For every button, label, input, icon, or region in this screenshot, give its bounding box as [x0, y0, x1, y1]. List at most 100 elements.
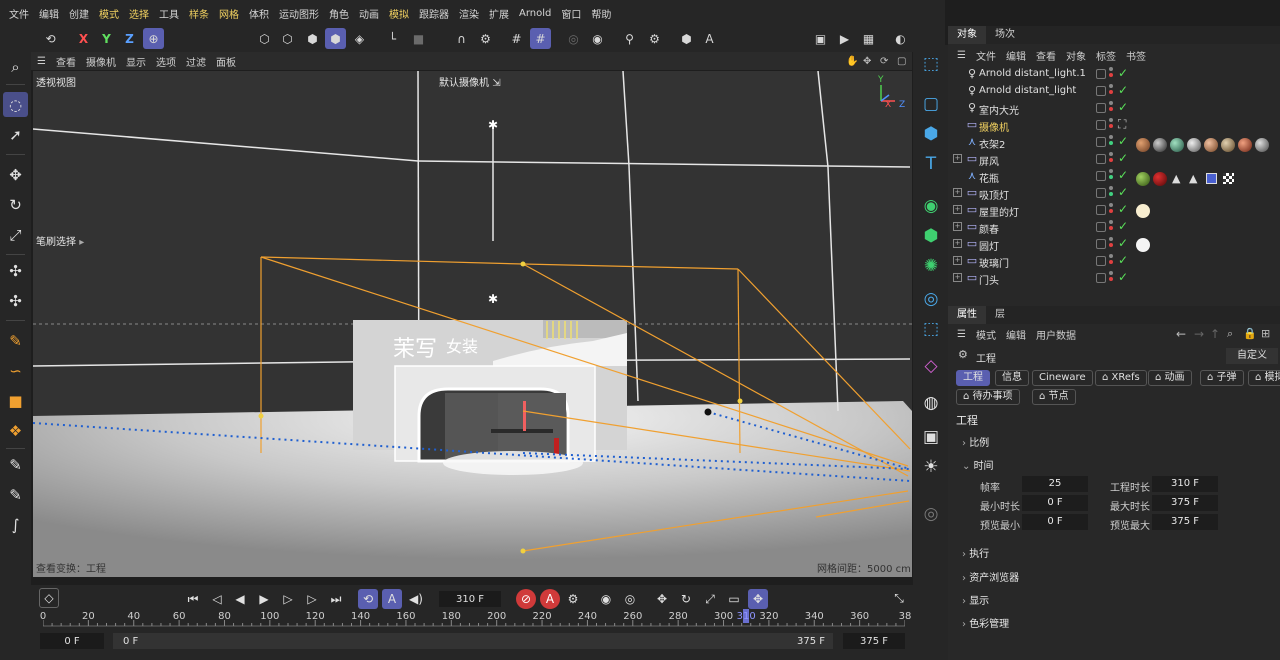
menu-item[interactable]: 扩展 [484, 6, 514, 21]
grid-snap-icon[interactable]: # [506, 28, 527, 49]
min-time-field[interactable]: 0 F [1022, 495, 1088, 511]
expand-toggle-icon[interactable]: + [953, 205, 962, 214]
animation-range-icon[interactable]: A [382, 589, 402, 609]
visibility-dots-icon[interactable] [1109, 84, 1114, 99]
cube-add-icon[interactable]: ⬢ [918, 121, 944, 147]
cube-icon[interactable]: ⬢ [676, 28, 697, 49]
z-axis-button[interactable]: Z [119, 28, 140, 49]
menu-item[interactable]: 选择 [124, 6, 154, 21]
expand-toggle-icon[interactable]: + [953, 154, 962, 163]
go-to-start-icon[interactable]: ⏮ [183, 589, 203, 609]
layer-toggle-icon[interactable] [1096, 188, 1106, 198]
material-tag[interactable] [1204, 138, 1218, 152]
polygons-mode-icon[interactable]: ⬢ [302, 28, 323, 49]
preview-range-bar[interactable]: 0 F 375 F [113, 633, 833, 649]
object-row[interactable]: + ▭ 门头 ✓ [948, 270, 1280, 287]
menu-item[interactable]: 文件 [4, 6, 34, 21]
render-settings-icon[interactable]: ◉ [587, 28, 608, 49]
attr-menu-icon[interactable]: ☰ [952, 329, 971, 340]
disabled-tool-icon[interactable]: ◎ [918, 501, 944, 527]
y-axis-button[interactable]: Y [96, 28, 117, 49]
object-row[interactable]: ♀ 室内大光 ✓ [948, 100, 1280, 117]
layer-toggle-icon[interactable] [1096, 222, 1106, 232]
enabled-check-icon[interactable]: ✓ [1118, 202, 1128, 216]
keyframe-icon[interactable]: ◇ [39, 588, 59, 608]
search-icon[interactable]: ⌕ [3, 54, 28, 79]
spline-primitive-icon[interactable]: ▢ [918, 91, 944, 117]
subtab-1[interactable]: 信息 [995, 370, 1029, 386]
light-icon[interactable]: ☀ [918, 454, 944, 480]
visibility-dots-icon[interactable] [1109, 220, 1114, 235]
model-mode-icon[interactable]: ⬢ [325, 28, 346, 49]
expand-toggle-icon[interactable]: + [953, 239, 962, 248]
settings-gear-icon[interactable]: ⚙ [475, 28, 496, 49]
axis-mode-icon[interactable]: └ [382, 28, 403, 49]
spline-icon[interactable]: ∽ [3, 358, 28, 383]
subtab-3[interactable]: ⌂ XRefs [1095, 370, 1147, 386]
layer-toggle-icon[interactable] [1096, 103, 1106, 113]
visibility-dots-icon[interactable] [1109, 135, 1114, 150]
viewport-menu-item[interactable]: 选项 [151, 54, 181, 69]
layer-toggle-icon[interactable] [1096, 86, 1106, 96]
light-tag[interactable] [1136, 204, 1150, 218]
custom-layout-dropdown[interactable]: 自定义 [1226, 348, 1278, 364]
orbit-icon[interactable]: ⟳ [880, 52, 888, 70]
viewport-menu-item[interactable]: 查看 [51, 54, 81, 69]
cube-primitive-icon[interactable]: ■ [3, 388, 28, 413]
attr-tab-0[interactable]: 属性 [948, 306, 986, 324]
point-level-icon[interactable]: ✥ [748, 589, 768, 609]
attr-menu-item[interactable]: 用户数据 [1031, 327, 1081, 342]
tab-0[interactable]: 对象 [948, 26, 986, 44]
current-frame-field[interactable]: 310 F [439, 591, 501, 607]
om-menu-item[interactable]: 对象 [1061, 48, 1091, 63]
edit-render-settings-icon[interactable]: ▦ [858, 28, 879, 49]
menu-item[interactable]: 模式 [94, 6, 124, 21]
camera-target-icon[interactable]: ⛶ [1118, 117, 1126, 132]
checker-tag-icon[interactable] [1223, 173, 1234, 184]
next-key-icon[interactable]: ▷ [302, 589, 322, 609]
expand-toggle-icon[interactable]: + [953, 222, 962, 231]
subtab2-0[interactable]: ⌂ 待办事项 [956, 389, 1020, 405]
forward-arrow-icon[interactable]: → [1194, 327, 1204, 341]
visibility-dots-icon[interactable] [1109, 118, 1114, 133]
layer-toggle-icon[interactable] [1096, 205, 1106, 215]
key-settings-icon[interactable]: ⚙ [563, 589, 583, 609]
knife-icon[interactable]: ∫ [3, 512, 28, 537]
enabled-check-icon[interactable]: ✓ [1118, 83, 1128, 97]
pan-icon[interactable]: ✋ [846, 52, 858, 70]
keyframe-selection-icon[interactable]: ◉ [596, 589, 616, 609]
scale-icon[interactable]: ⤢ [3, 222, 28, 247]
section-0[interactable]: › 比例 [962, 434, 989, 449]
menu-item[interactable]: 渲染 [454, 6, 484, 21]
back-arrow-icon[interactable]: ← [1176, 327, 1186, 341]
uvw-tag-icon[interactable] [1206, 173, 1217, 184]
duration-field[interactable]: 310 F [1152, 476, 1218, 492]
layer-toggle-icon[interactable] [1096, 171, 1106, 181]
transform-icon[interactable]: ✣ [3, 258, 28, 283]
search-icon[interactable]: ⌕ [1227, 327, 1233, 341]
generator-icon[interactable]: ◉ [918, 193, 944, 219]
menu-item[interactable]: 帮助 [586, 6, 616, 21]
preview-max-field[interactable]: 375 F [1152, 514, 1218, 530]
material-tag[interactable] [1153, 172, 1167, 186]
field-icon[interactable]: ◎ [918, 286, 944, 312]
previous-key-icon[interactable]: ◁ [207, 589, 227, 609]
world-coordinate-icon[interactable]: ⊕ [143, 28, 164, 49]
viewport-menu-item[interactable]: 面板 [211, 54, 241, 69]
preview-min-field[interactable]: 0 F [1022, 514, 1088, 530]
visibility-dots-icon[interactable] [1109, 169, 1114, 184]
object-row[interactable]: + ▭ 屋里的灯 ✓ [948, 202, 1280, 219]
material-tag[interactable] [1136, 172, 1150, 186]
expand-toggle-icon[interactable]: + [953, 188, 962, 197]
redshift-icon[interactable]: ◐ [890, 28, 911, 49]
previous-frame-icon[interactable]: ◀ [230, 589, 250, 609]
material-tag[interactable] [1238, 138, 1252, 152]
attr-menu-item[interactable]: 编辑 [1001, 327, 1031, 342]
om-menu-item[interactable]: 查看 [1031, 48, 1061, 63]
visibility-dots-icon[interactable] [1109, 271, 1114, 286]
subtab-2[interactable]: Cineware [1032, 370, 1093, 386]
enabled-check-icon[interactable]: ✓ [1118, 66, 1128, 80]
enabled-check-icon[interactable]: ✓ [1118, 270, 1128, 284]
render-region-icon[interactable]: ◎ [563, 28, 584, 49]
attr-tab-1[interactable]: 层 [986, 306, 1014, 324]
